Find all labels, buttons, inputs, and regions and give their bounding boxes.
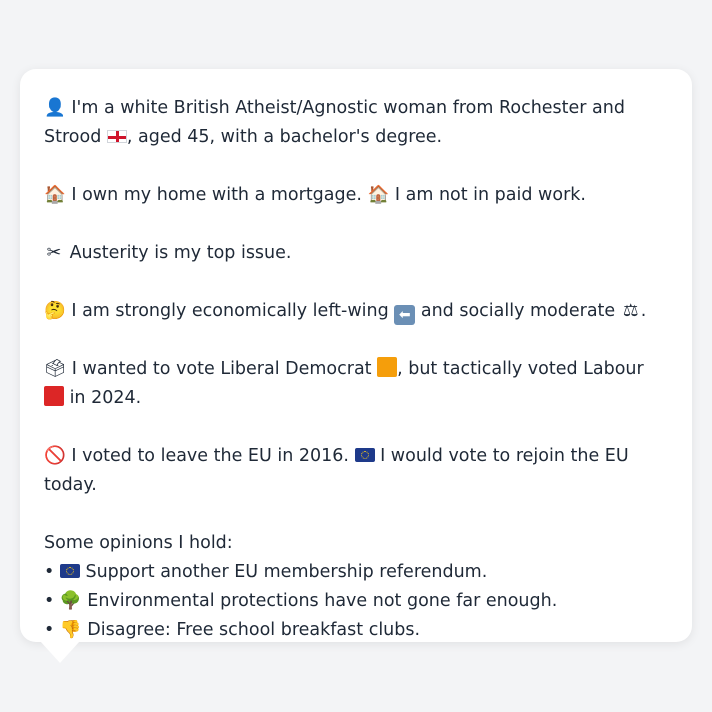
vote-text-3: in 2024. [64,388,142,408]
home-text-1: I own my home with a mortgage. [65,185,368,205]
eu-text-1: I voted to leave the EU in 2016. [65,446,355,466]
prohibited-icon: 🚫 [44,446,66,466]
ideology-text-3: . [640,301,647,321]
labour-red-square-icon [44,386,64,406]
intro-text-2: , aged 45, with a bachelor's degree. [126,127,443,147]
ideology-text-2: and socially moderate [415,301,621,321]
home-text-2: I am not in paid work. [389,185,586,205]
tree-icon: 🌳 [59,591,82,611]
eu-flag-icon [354,448,375,462]
issue-text: Austerity is my top issue. [64,243,292,263]
balance-scale-icon: ⚖ [622,301,639,321]
intro-paragraph: 👤 I'm a white British Atheist/Agnostic w… [44,94,668,152]
opinions-heading: Some opinions I hold: [44,533,233,553]
vote-paragraph: 🗳 I wanted to vote Liberal Democrat , bu… [44,355,668,413]
home-paragraph: 🏠 I own my home with a mortgage. 🏠 I am … [44,181,668,210]
person-silhouette-icon: 👤 [44,98,66,118]
opinions-section: Some opinions I hold: • Support another … [44,529,668,645]
bullet: • [44,562,55,582]
opinion-item: • Support another EU membership referend… [44,558,668,587]
bullet: • [44,620,55,640]
eu-paragraph: 🚫 I voted to leave the EU in 2016. I wou… [44,442,668,500]
libdem-orange-square-icon [377,357,398,377]
opinion-item: • 👎 Disagree: Free school breakfast club… [44,616,668,645]
opinion-text: Support another EU membership referendum… [79,562,488,582]
eu-flag-icon [59,564,80,578]
england-flag-icon [106,130,127,143]
thinking-face-icon: 🤔 [44,301,66,321]
vote-text-1: I wanted to vote Liberal Democrat [66,359,378,379]
ideology-paragraph: 🤔 I am strongly economically left-wing ⬅… [44,297,668,326]
vote-text-2: , but tactically voted Labour [397,359,644,379]
house-icon: 🏠 [44,185,66,205]
opinions-list: • Support another EU membership referend… [44,558,668,645]
left-arrow-icon: ⬅ [394,305,416,325]
opinion-text: Disagree: Free school breakfast clubs. [81,620,421,640]
speech-bubble-tail [40,641,80,663]
opinion-text: Environmental protections have not gone … [81,591,558,611]
bullet: • [44,591,55,611]
ideology-text-1: I am strongly economically left-wing [65,301,395,321]
house-icon: 🏠 [367,185,390,205]
persona-speech-bubble: 👤 I'm a white British Atheist/Agnostic w… [20,69,692,642]
ballot-box-icon: 🗳 [44,359,67,379]
opinion-item: • 🌳 Environmental protections have not g… [44,587,668,616]
scissors-icon: ✂ [46,243,62,263]
issue-paragraph: ✂ Austerity is my top issue. [44,239,668,268]
